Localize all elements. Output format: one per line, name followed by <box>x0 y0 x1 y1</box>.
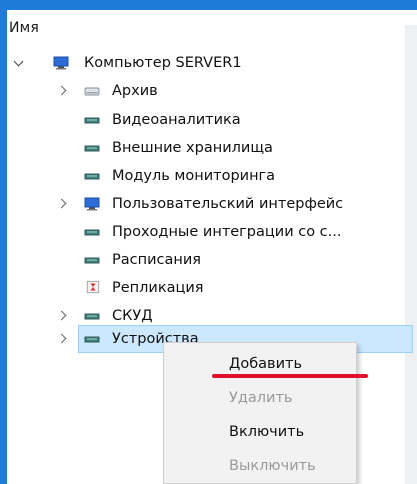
tree-node-external-storage[interactable]: Внешние хранилища <box>0 136 400 160</box>
server-icon <box>84 336 100 343</box>
server-icon <box>84 117 100 124</box>
tree-node-label: Внешние хранилища <box>112 140 273 156</box>
tree-node-video-analytics[interactable]: Видеоаналитика <box>0 108 400 132</box>
server-icon <box>84 313 100 320</box>
tree-node-label: Расписания <box>112 252 201 268</box>
server-icon <box>84 257 100 264</box>
menu-item-label: Выключить <box>229 458 316 474</box>
menu-item-label: Удалить <box>229 390 293 406</box>
menu-item-enable[interactable]: Включить <box>164 417 356 447</box>
highlight-underline-annotation <box>212 374 368 378</box>
menu-item-label: Включить <box>229 424 305 440</box>
monitor-icon <box>53 56 69 70</box>
tree-node-replication[interactable]: Репликация <box>0 276 400 300</box>
tree-node-label: Компьютер SERVER1 <box>84 55 242 71</box>
server-icon <box>84 145 100 152</box>
chevron-right-icon[interactable] <box>57 327 71 351</box>
server-icon <box>84 173 100 180</box>
monitor-icon <box>84 197 100 211</box>
chevron-right-icon[interactable] <box>57 192 71 216</box>
tree-node-monitoring-module[interactable]: Модуль мониторинга <box>0 164 400 188</box>
tree-node-archive[interactable]: Архив <box>0 79 400 103</box>
chevron-right-icon[interactable] <box>57 79 71 103</box>
replication-icon <box>86 280 100 294</box>
chevron-right-icon[interactable] <box>57 304 71 328</box>
chevron-down-icon[interactable] <box>12 51 26 75</box>
tree-node-user-interface[interactable]: Пользовательский интерфейс <box>0 192 410 216</box>
tree-node-pass-through-integrations[interactable]: Проходные интеграции со с... <box>0 220 410 244</box>
column-header-name[interactable]: Имя <box>9 20 39 36</box>
tree-node-schedules[interactable]: Расписания <box>0 248 400 272</box>
tree-node-label: Видеоаналитика <box>112 112 241 128</box>
tree-node-label: Модуль мониторинга <box>112 168 276 184</box>
vertical-scrollbar[interactable] <box>405 25 417 484</box>
menu-item-disable: Выключить <box>164 451 356 481</box>
tree-node-label: Архив <box>112 83 158 99</box>
drive-icon <box>84 87 100 96</box>
menu-item-delete: Удалить <box>164 383 356 413</box>
tree-node-label: Пользовательский интерфейс <box>112 196 344 212</box>
server-icon <box>84 229 100 236</box>
tree-node-computer-server1[interactable]: Компьютер SERVER1 <box>0 51 400 75</box>
context-menu: Добавить Удалить Включить Выключить <box>163 342 357 484</box>
tree-node-label: Репликация <box>112 280 204 296</box>
tree-node-label: Проходные интеграции со с... <box>112 224 342 240</box>
